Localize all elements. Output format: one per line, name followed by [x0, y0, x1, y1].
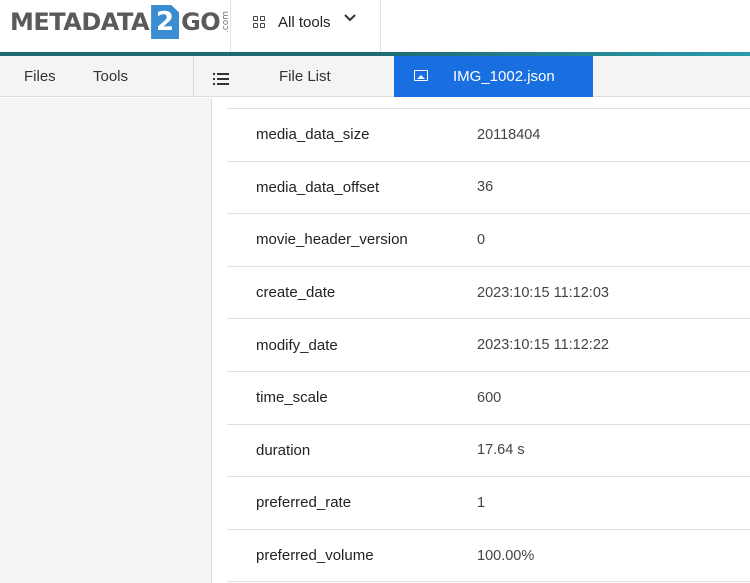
nav-tools[interactable]: Tools: [93, 56, 128, 97]
metadata-value: 36: [477, 179, 494, 196]
all-tools-label: All tools: [278, 13, 331, 31]
metadata-key: media_data_size: [256, 126, 370, 144]
metadata-key: create_date: [256, 284, 336, 302]
metadata-key: duration: [256, 441, 311, 459]
all-tools-dropdown[interactable]: All tools: [231, 0, 380, 44]
metadata-value: 2023:10:15 11:12:22: [477, 337, 609, 354]
tab-active-file[interactable]: IMG_1002.json: [394, 56, 593, 97]
table-row: preferred_volume 100.00%: [227, 530, 750, 583]
list-icon[interactable]: [213, 70, 229, 85]
metadata-key: movie_header_version: [256, 231, 408, 249]
metadata-key: preferred_volume: [256, 547, 374, 565]
nav-bar: Files Tools File List IMG_1002.json: [0, 56, 750, 97]
table-row: duration 17.64 s: [227, 425, 750, 478]
metadata-table: media_data_size 20118404 media_data_offset…: [227, 109, 750, 583]
active-tab-label: IMG_1002.json: [453, 68, 555, 85]
logo-number-badge: 2: [151, 5, 180, 39]
metadata-value: 17.64 s: [477, 442, 525, 459]
table-row: media_data_offset 36: [227, 162, 750, 215]
metadata-value: 100.00%: [477, 547, 535, 564]
tab-file-list[interactable]: File List: [279, 56, 331, 97]
metadata-table-panel[interactable]: media_data_size 20118404 media_data_offset…: [213, 98, 750, 583]
nav-separator: [193, 56, 194, 97]
logo-text-left: METADATA: [10, 8, 150, 36]
metadata-value: 1: [477, 494, 486, 511]
metadata-value: 2023:10:15 11:12:03: [477, 284, 609, 301]
table-row: create_date 2023:10:15 11:12:03: [227, 267, 750, 320]
metadata-key: media_data_offset: [256, 178, 380, 196]
left-sidebar-panel: [0, 98, 212, 583]
metadata-value: 20118404: [477, 126, 541, 143]
metadata-key: preferred_rate: [256, 494, 352, 512]
image-icon: [414, 70, 428, 81]
table-row: modify_date 2023:10:15 11:12:22: [227, 319, 750, 372]
chevron-down-icon: [343, 14, 356, 24]
table-row: preferred_rate 1: [227, 477, 750, 530]
nav-files[interactable]: Files: [24, 56, 56, 97]
metadata-key: time_scale: [256, 389, 328, 407]
metadata-value: 0: [477, 231, 486, 248]
table-row: movie_header_version 0: [227, 214, 750, 267]
metadata2go-logo[interactable]: METADATA 2 GO .com: [10, 4, 231, 40]
metadata-key: modify_date: [256, 336, 338, 354]
grid-icon: [253, 16, 265, 28]
metadata-value: 600: [477, 389, 502, 406]
header-divider-right: [380, 0, 381, 52]
table-row: media_data_size 20118404: [227, 109, 750, 162]
top-header: METADATA 2 GO .com All tools: [0, 0, 750, 52]
logo-text-right: GO: [181, 8, 221, 36]
table-row: time_scale 600: [227, 372, 750, 425]
